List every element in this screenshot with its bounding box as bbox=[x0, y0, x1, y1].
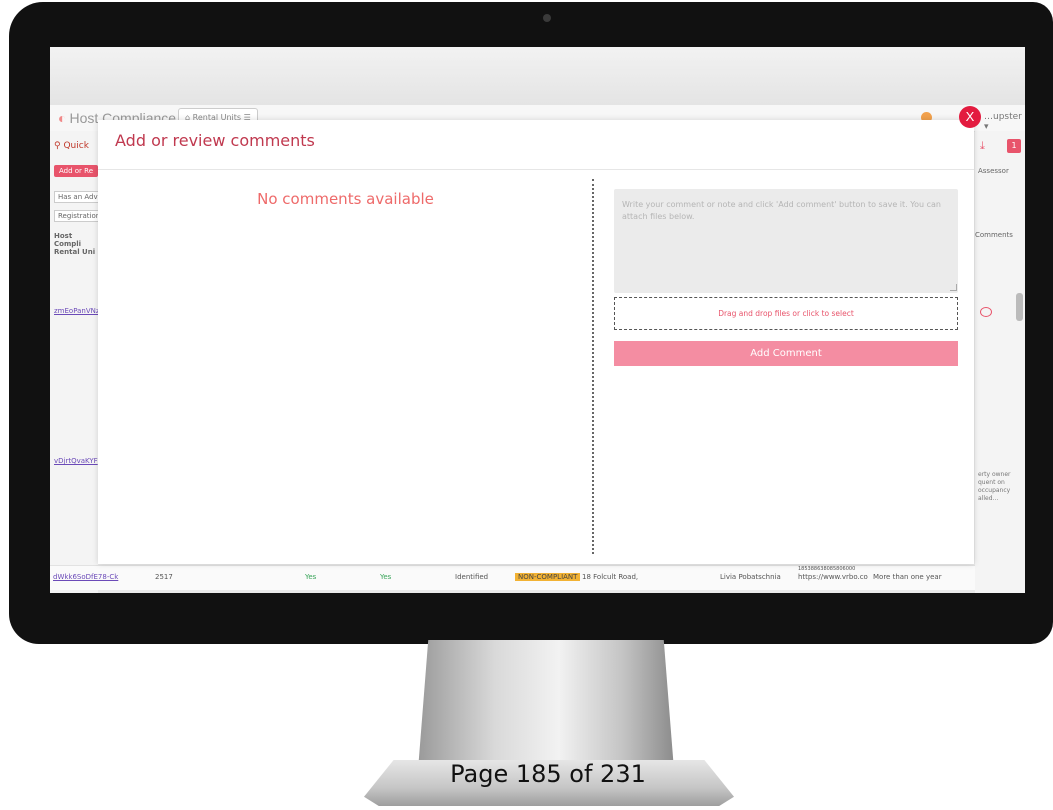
modal-title: Add or review comments bbox=[115, 131, 315, 150]
comment-icon[interactable] bbox=[980, 307, 992, 317]
table-cell: 18 Folcult Road, bbox=[582, 573, 639, 581]
screen: ◐ Host Compliance ⌂ Rental Units ☰ …upste… bbox=[50, 47, 1025, 593]
table-cell: 185388638085806000 bbox=[798, 566, 856, 572]
monitor-stand bbox=[418, 640, 674, 770]
empty-comments-message: No comments available bbox=[257, 190, 434, 208]
rental-unit-link[interactable]: dWkk6SoDfE78-Ck bbox=[53, 573, 118, 581]
comments-header: Comments bbox=[975, 231, 1013, 239]
resize-handle-icon[interactable] bbox=[950, 284, 957, 291]
table-cell: Identified bbox=[455, 573, 489, 581]
table-cell: Livia Pobatschnia bbox=[720, 573, 781, 581]
status-badge: NON-COMPLIANT bbox=[515, 573, 581, 581]
filter-registration[interactable]: Registration bbox=[54, 210, 105, 222]
column-header: Host Compli Rental Uni bbox=[54, 232, 96, 256]
comment-input[interactable] bbox=[614, 189, 958, 293]
download-icon[interactable]: ⤓ bbox=[980, 139, 985, 153]
add-rental-unit-button[interactable]: Add or Re bbox=[54, 165, 99, 177]
page-indicator: Page 185 of 231 bbox=[450, 760, 646, 788]
table-cell: More than one year bbox=[873, 573, 942, 581]
logo-icon: ◐ bbox=[58, 110, 67, 126]
table-cell: Yes bbox=[305, 573, 317, 581]
divider bbox=[592, 179, 594, 554]
table-cell: 2517 bbox=[155, 573, 173, 581]
rental-unit-link[interactable]: zmEoPanVNzo bbox=[54, 307, 104, 315]
browser-toolbar bbox=[50, 47, 1025, 105]
filter-advertisement[interactable]: Has an Adv bbox=[54, 191, 102, 203]
scrollbar[interactable] bbox=[1016, 293, 1023, 321]
file-dropzone[interactable]: Drag and drop files or click to select bbox=[614, 297, 958, 330]
background-left-column: ⚲ Quick Add or Re Has an Adv Registratio… bbox=[50, 131, 105, 593]
quick-search-label: Quick bbox=[63, 141, 89, 151]
table-cell: Yes bbox=[380, 573, 392, 581]
assessor-header: Assessor bbox=[978, 167, 1009, 175]
rental-unit-link[interactable]: vDjrtQvaKYF bbox=[54, 457, 98, 465]
comments-modal: Add or review comments No comments avail… bbox=[98, 120, 974, 564]
quick-search[interactable]: ⚲ Quick bbox=[54, 141, 89, 151]
add-comment-button[interactable]: Add Comment bbox=[614, 341, 958, 366]
comment-preview: erty owner quent on occupancy alled... bbox=[978, 471, 1011, 502]
user-name: …upster bbox=[984, 112, 1022, 122]
table-row: dWkk6SoDfE78-Ck 2517 Yes Yes Identified … bbox=[50, 565, 975, 590]
table-cell[interactable]: https://www.vrbo.co bbox=[798, 573, 868, 581]
user-menu[interactable]: …upster ▾ bbox=[984, 112, 1025, 132]
divider bbox=[98, 169, 974, 170]
notification-badge[interactable]: 1 bbox=[1007, 139, 1021, 153]
camera-icon bbox=[543, 14, 551, 22]
close-button[interactable]: X bbox=[959, 106, 981, 128]
background-right-column: ⤓ 1 Assessor Comments erty owner quent o… bbox=[975, 131, 1025, 593]
